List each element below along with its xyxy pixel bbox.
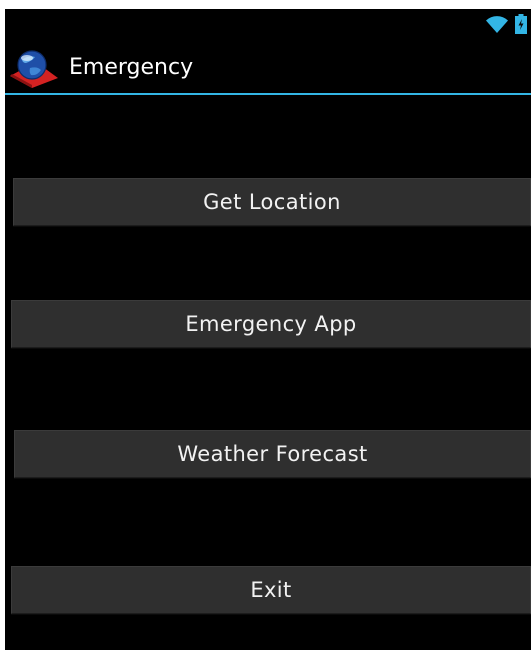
app-screen: Emergency Get Location Emergency App Wea… bbox=[5, 9, 531, 650]
weather-forecast-button[interactable]: Weather Forecast bbox=[14, 430, 531, 478]
wifi-icon bbox=[486, 16, 508, 33]
status-bar bbox=[5, 9, 531, 39]
exit-button[interactable]: Exit bbox=[11, 566, 531, 614]
battery-charging-icon bbox=[515, 14, 527, 34]
status-icons bbox=[485, 13, 527, 35]
action-bar: Emergency bbox=[5, 39, 531, 95]
emergency-app-button[interactable]: Emergency App bbox=[11, 300, 531, 348]
app-title: Emergency bbox=[69, 55, 194, 80]
get-location-button[interactable]: Get Location bbox=[13, 178, 531, 226]
globe-app-icon bbox=[10, 50, 58, 88]
